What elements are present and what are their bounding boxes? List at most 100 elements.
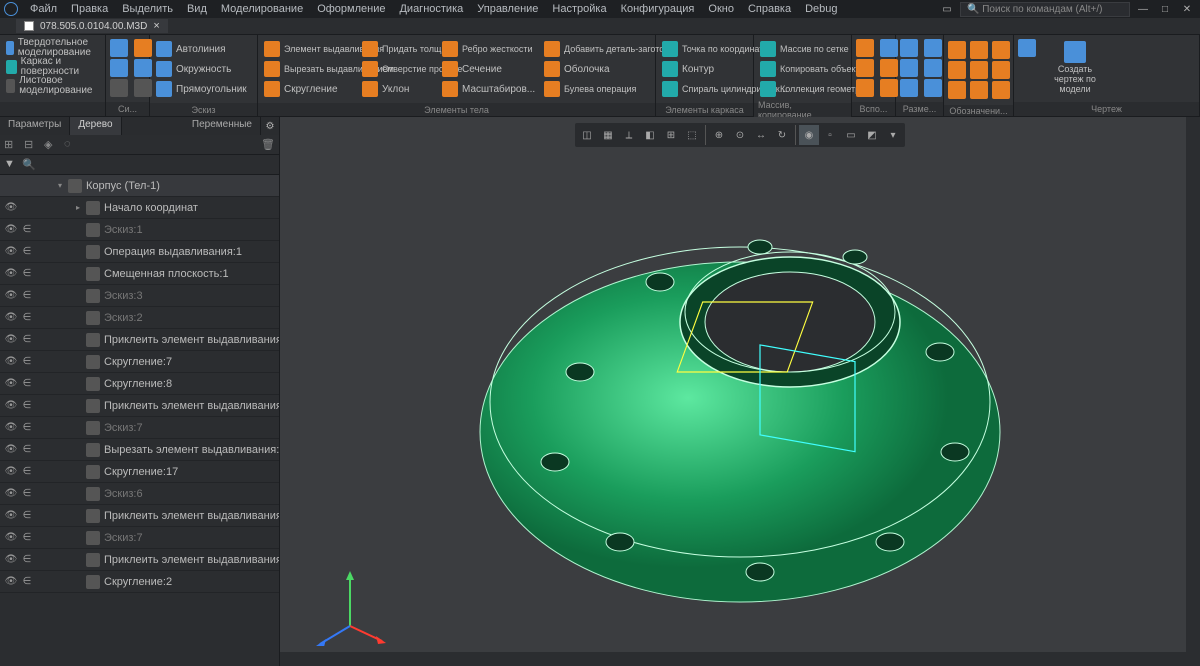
- aux-icon[interactable]: [856, 59, 874, 77]
- visibility-icon[interactable]: 👁: [4, 223, 18, 237]
- include-icon[interactable]: ∈: [20, 289, 34, 303]
- orientation-triad-icon[interactable]: [310, 566, 390, 646]
- include-icon[interactable]: ∈: [20, 553, 34, 567]
- visibility-icon[interactable]: 👁: [4, 399, 18, 413]
- tab-tree[interactable]: Дерево: [70, 117, 121, 135]
- vt-icon[interactable]: ◧: [640, 125, 660, 145]
- document-tab[interactable]: 078.505.0.0104.00.M3D ×: [16, 19, 168, 33]
- menu-диагностика[interactable]: Диагностика: [393, 2, 469, 16]
- annot-icon[interactable]: [992, 61, 1010, 79]
- tree-item[interactable]: 👁∈Скругление:17: [0, 461, 279, 483]
- search-icon[interactable]: 🔍: [22, 158, 36, 172]
- vt-icon[interactable]: ▦: [598, 125, 618, 145]
- filter-icon[interactable]: ▼: [4, 158, 18, 172]
- tree-item[interactable]: 👁▸Начало координат: [0, 197, 279, 219]
- annot-icon[interactable]: [992, 81, 1010, 99]
- tree-item[interactable]: 👁∈Эскиз:7: [0, 527, 279, 549]
- hole-tool[interactable]: Отверстие простое: [360, 59, 434, 79]
- aux-icon[interactable]: [856, 39, 874, 57]
- tree-tool-icon[interactable]: ⊞: [4, 138, 18, 152]
- vt-icon[interactable]: ⬚: [682, 125, 702, 145]
- tab-parameters[interactable]: Параметры: [0, 117, 70, 135]
- annot-icon[interactable]: [948, 61, 966, 79]
- include-icon[interactable]: ∈: [20, 355, 34, 369]
- dim-icon[interactable]: [900, 39, 918, 57]
- vt-icon[interactable]: ⊞: [661, 125, 681, 145]
- save-icon[interactable]: [110, 59, 128, 77]
- visibility-icon[interactable]: 👁: [4, 531, 18, 545]
- include-icon[interactable]: ∈: [20, 399, 34, 413]
- new-icon[interactable]: [110, 39, 128, 57]
- 3d-viewport[interactable]: ◫ ▦ ⟂ ◧ ⊞ ⬚ ⊕ ⊙ ↔ ↻ ◉ ▫ ▭ ◩ ▾: [280, 117, 1200, 666]
- tree-item[interactable]: 👁∈Приклеить элемент выдавливания:3: [0, 505, 279, 527]
- rectangle-tool[interactable]: Прямоугольник: [154, 79, 249, 99]
- maximize-button[interactable]: □: [1156, 2, 1174, 16]
- visibility-icon[interactable]: 👁: [4, 201, 18, 215]
- draft-tool[interactable]: Уклон: [360, 79, 434, 99]
- command-search-input[interactable]: 🔍 Поиск по командам (Alt+/): [960, 2, 1130, 17]
- annot-icon[interactable]: [970, 81, 988, 99]
- ribbon-group-label[interactable]: Вспо...: [852, 102, 895, 116]
- dim-icon[interactable]: [900, 79, 918, 97]
- drawing-icon[interactable]: [1018, 39, 1036, 57]
- visibility-icon[interactable]: 👁: [4, 289, 18, 303]
- ribbon-group-label[interactable]: Элементы каркаса: [656, 103, 753, 116]
- tree-item[interactable]: 👁∈Приклеить элемент выдавливания:4: [0, 549, 279, 571]
- layout-icon[interactable]: ▭: [938, 2, 956, 16]
- section-tool[interactable]: Сечение: [440, 59, 536, 79]
- dim-icon[interactable]: [924, 59, 942, 77]
- menu-debug[interactable]: Debug: [799, 2, 843, 16]
- menu-окно[interactable]: Окно: [702, 2, 740, 16]
- extrude-tool[interactable]: Элемент выдавливания: [262, 39, 354, 59]
- tree-tool-icon[interactable]: ◌: [64, 138, 78, 152]
- include-icon[interactable]: ∈: [20, 487, 34, 501]
- tree-item[interactable]: 👁∈Приклеить элемент выдавливания:2: [0, 395, 279, 417]
- vt-icon[interactable]: ▫: [820, 125, 840, 145]
- dim-icon[interactable]: [900, 59, 918, 77]
- annot-icon[interactable]: [970, 61, 988, 79]
- visibility-icon[interactable]: 👁: [4, 443, 18, 457]
- include-icon[interactable]: ∈: [20, 465, 34, 479]
- vt-shaded-icon[interactable]: ◉: [799, 125, 819, 145]
- visibility-icon[interactable]: 👁: [4, 245, 18, 259]
- menu-управление[interactable]: Управление: [471, 2, 544, 16]
- close-button[interactable]: ✕: [1178, 2, 1196, 16]
- include-icon[interactable]: ∈: [20, 333, 34, 347]
- create-drawing-button[interactable]: Создать чертеж по модели: [1040, 37, 1110, 100]
- fillet-tool[interactable]: Скругление: [262, 79, 354, 99]
- annot-icon[interactable]: [948, 81, 966, 99]
- scale-tool[interactable]: Масштабиров...: [440, 79, 536, 99]
- tree-tool-icon[interactable]: ⊟: [24, 138, 38, 152]
- solid-modeling-mode[interactable]: Твердотельное моделирование: [6, 39, 98, 57]
- vt-icon[interactable]: ▭: [841, 125, 861, 145]
- include-icon[interactable]: ∈: [20, 245, 34, 259]
- vt-icon[interactable]: ↔: [751, 125, 771, 145]
- autoline-tool[interactable]: Автолиния: [154, 39, 249, 59]
- include-icon[interactable]: ∈: [20, 267, 34, 281]
- menu-вид[interactable]: Вид: [181, 2, 213, 16]
- tree-item[interactable]: 👁∈Скругление:8: [0, 373, 279, 395]
- visibility-icon[interactable]: 👁: [4, 267, 18, 281]
- visibility-icon[interactable]: 👁: [4, 421, 18, 435]
- dim-icon[interactable]: [924, 79, 942, 97]
- include-icon[interactable]: ∈: [20, 311, 34, 325]
- visibility-icon[interactable]: 👁: [4, 509, 18, 523]
- wireframe-mode[interactable]: Каркас и поверхности: [6, 58, 98, 76]
- tree-item[interactable]: 👁∈Эскиз:6: [0, 483, 279, 505]
- include-icon[interactable]: ∈: [20, 531, 34, 545]
- tree-item[interactable]: 👁∈Смещенная плоскость:1: [0, 263, 279, 285]
- vt-icon[interactable]: ⟂: [619, 125, 639, 145]
- tree-item[interactable]: 👁∈Эскиз:3: [0, 285, 279, 307]
- menu-правка[interactable]: Правка: [65, 2, 114, 16]
- ribbon-group-label[interactable]: Элементы тела: [258, 103, 655, 116]
- feature-tree[interactable]: ▾Корпус (Тел-1)👁▸Начало координат👁∈Эскиз…: [0, 175, 279, 666]
- include-icon[interactable]: ∈: [20, 509, 34, 523]
- tree-item[interactable]: 👁∈Эскиз:7: [0, 417, 279, 439]
- panel-settings-icon[interactable]: ⚙: [261, 117, 279, 135]
- horizontal-scrollbar[interactable]: [280, 652, 1186, 666]
- include-icon[interactable]: ∈: [20, 223, 34, 237]
- circle-tool[interactable]: Окружность: [154, 59, 249, 79]
- visibility-icon[interactable]: 👁: [4, 487, 18, 501]
- dim-icon[interactable]: [924, 39, 942, 57]
- vt-icon[interactable]: ◩: [862, 125, 882, 145]
